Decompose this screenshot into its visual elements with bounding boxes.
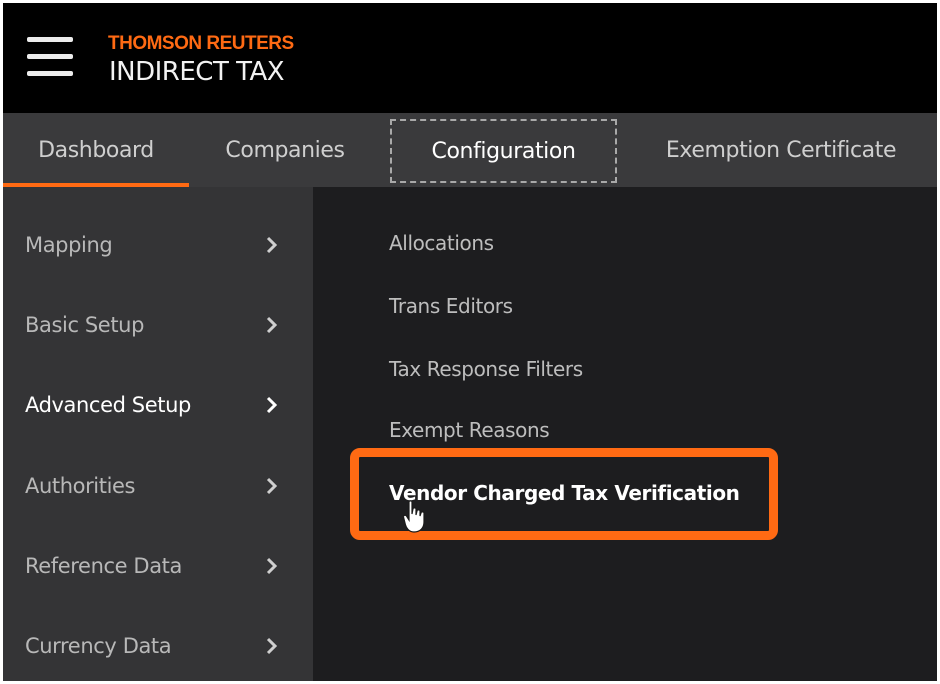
sidebar-item-label: Currency Data — [25, 634, 172, 658]
tab-label: Configuration — [431, 138, 576, 164]
chevron-right-icon — [266, 396, 278, 414]
sidebar-item-reference-data[interactable]: Reference Data — [3, 526, 313, 606]
sidebar-item-advanced-setup[interactable]: Advanced Setup — [3, 365, 313, 445]
sidebar-item-currency-data[interactable]: Currency Data — [3, 606, 313, 681]
chevron-right-icon — [266, 557, 278, 575]
tab-companies[interactable]: Companies — [215, 113, 355, 187]
sidebar-item-mapping[interactable]: Mapping — [3, 205, 313, 285]
brand-logo-text: THOMSON REUTERS — [108, 33, 294, 54]
chevron-right-icon — [266, 637, 278, 655]
sidebar-item-authorities[interactable]: Authorities — [3, 446, 313, 526]
tab-exemption-certificate[interactable]: Exemption Certificate — [649, 113, 913, 187]
sidebar-item-label: Reference Data — [25, 554, 182, 578]
chevron-right-icon — [266, 236, 278, 254]
submenu-item-exempt-reasons[interactable]: Exempt Reasons — [389, 418, 550, 442]
sidebar-item-label: Mapping — [25, 233, 113, 257]
sidebar-item-label: Advanced Setup — [25, 393, 191, 417]
sidebar-item-basic-setup[interactable]: Basic Setup — [3, 285, 313, 365]
advanced-setup-submenu: Allocations Trans Editors Tax Response F… — [313, 187, 937, 681]
sidebar-item-label: Authorities — [25, 474, 136, 498]
hand-cursor-icon — [403, 500, 425, 533]
tab-configuration[interactable]: Configuration — [390, 119, 617, 183]
submenu-item-allocations[interactable]: Allocations — [389, 231, 494, 255]
tab-dashboard[interactable]: Dashboard — [3, 113, 189, 187]
chevron-right-icon — [266, 316, 278, 334]
product-name: INDIRECT TAX — [109, 57, 285, 87]
tab-label: Companies — [225, 137, 345, 163]
main-nav-tabs: Dashboard Companies Configuration Exempt… — [3, 113, 937, 187]
app-header: THOMSON REUTERS INDIRECT TAX — [3, 3, 937, 113]
chevron-right-icon — [266, 477, 278, 495]
tab-label: Exemption Certificate — [665, 137, 897, 163]
submenu-item-tax-response-filters[interactable]: Tax Response Filters — [389, 357, 583, 381]
app-window: THOMSON REUTERS INDIRECT TAX Dashboard C… — [3, 3, 937, 681]
hamburger-menu-icon[interactable] — [27, 35, 75, 79]
sidebar-item-label: Basic Setup — [25, 313, 144, 337]
configuration-sidebar: Mapping Basic Setup Advanced Setup Autho… — [3, 187, 313, 681]
submenu-item-trans-editors[interactable]: Trans Editors — [389, 294, 513, 318]
tab-label: Dashboard — [38, 137, 154, 163]
